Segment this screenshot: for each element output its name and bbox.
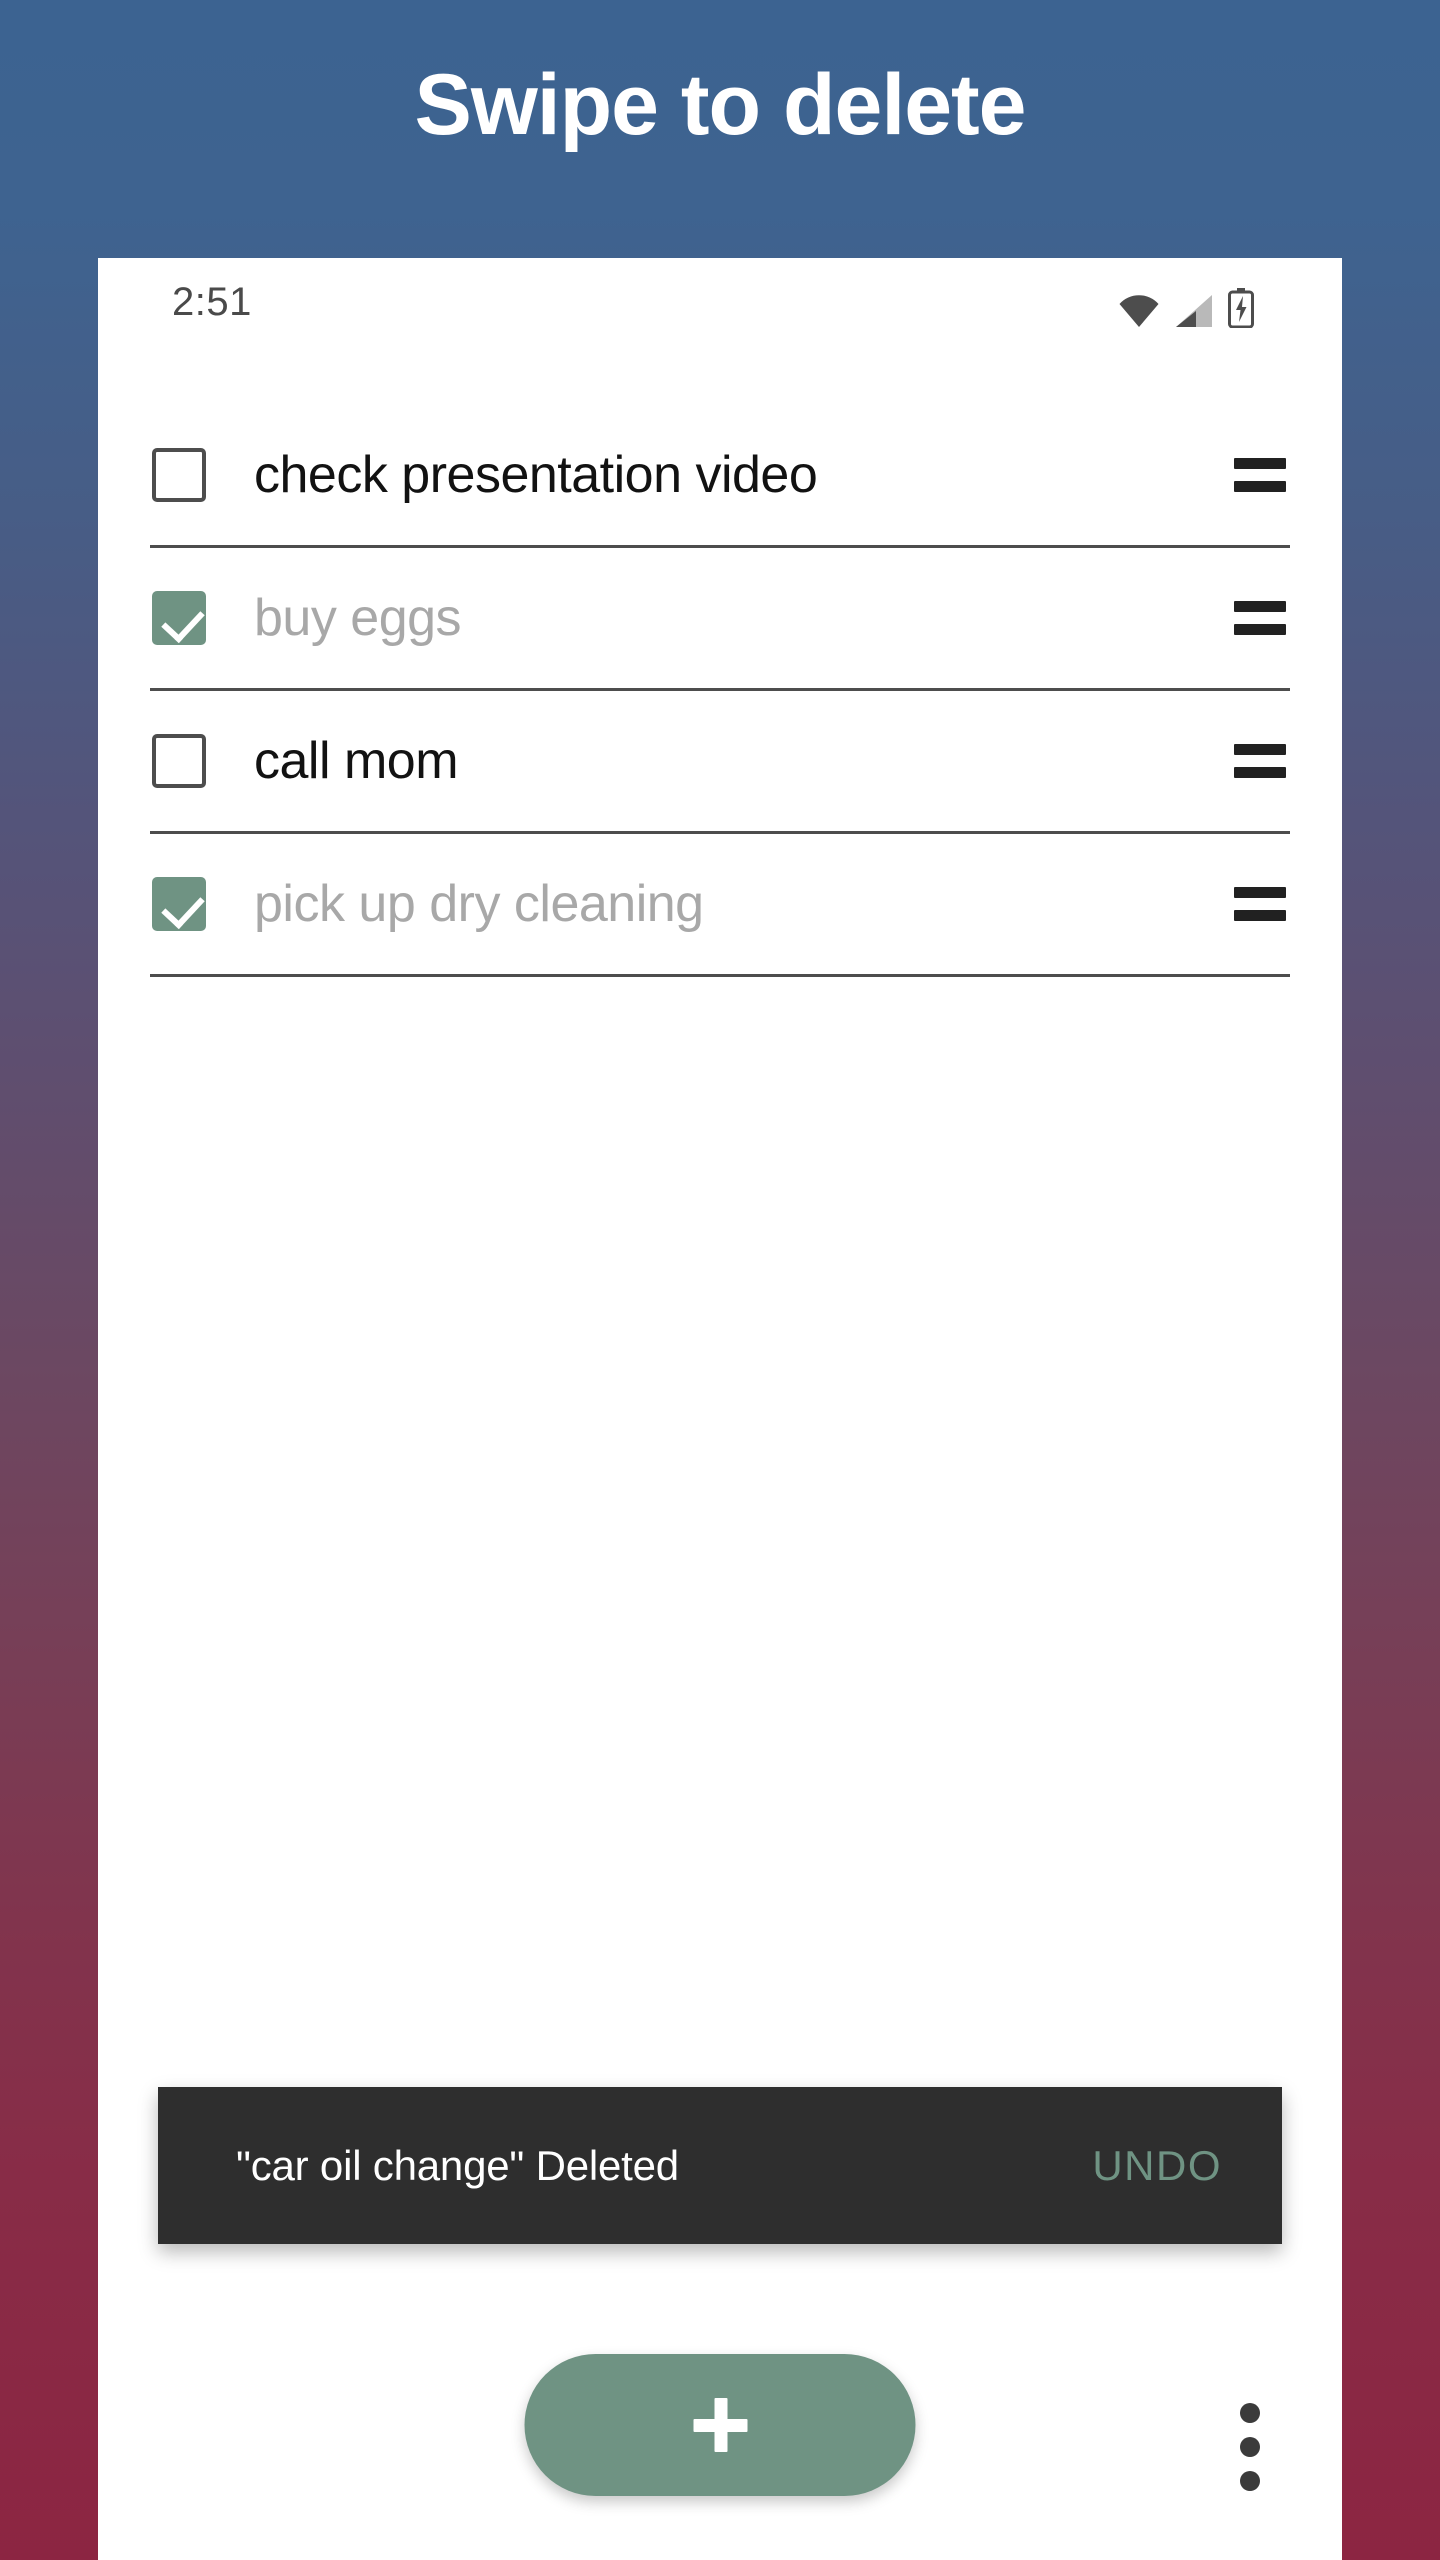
task-checkbox[interactable]: [152, 877, 206, 931]
task-row[interactable]: pick up dry cleaning: [150, 834, 1290, 977]
plus-icon: [693, 2398, 747, 2452]
task-row[interactable]: check presentation video: [150, 405, 1290, 548]
drag-handle-icon[interactable]: [1234, 601, 1286, 635]
task-checkbox[interactable]: [152, 734, 206, 788]
drag-handle-icon[interactable]: [1234, 887, 1286, 921]
drag-handle-icon[interactable]: [1234, 744, 1286, 778]
task-list: check presentation video buy eggs call m…: [98, 405, 1342, 977]
status-bar: 2:51: [98, 258, 1342, 350]
snackbar: "car oil change" Deleted UNDO: [158, 2087, 1282, 2244]
bottom-app-bar: [98, 2300, 1342, 2560]
snackbar-message: "car oil change" Deleted: [236, 2141, 679, 2189]
add-task-fab[interactable]: [524, 2354, 916, 2496]
status-bar-clock: 2:51: [172, 280, 252, 324]
more-vertical-icon[interactable]: [1238, 2403, 1262, 2491]
wifi-icon: [1118, 294, 1160, 328]
task-label: check presentation video: [254, 446, 818, 504]
task-checkbox[interactable]: [152, 591, 206, 645]
task-label: call mom: [254, 732, 459, 790]
task-label: pick up dry cleaning: [254, 875, 704, 933]
cellular-signal-icon: [1174, 294, 1214, 328]
task-checkbox[interactable]: [152, 448, 206, 502]
page-title: Swipe to delete: [414, 57, 1026, 153]
snackbar-undo-button[interactable]: UNDO: [1092, 2142, 1222, 2190]
drag-handle-icon[interactable]: [1234, 458, 1286, 492]
status-bar-icons: [1118, 284, 1254, 329]
task-row[interactable]: buy eggs: [150, 548, 1290, 691]
phone-screen: 2:51 check presentation video buy eggs c…: [98, 258, 1342, 2560]
task-label: buy eggs: [254, 589, 462, 647]
battery-charging-icon: [1228, 288, 1254, 329]
task-row[interactable]: call mom: [150, 691, 1290, 834]
